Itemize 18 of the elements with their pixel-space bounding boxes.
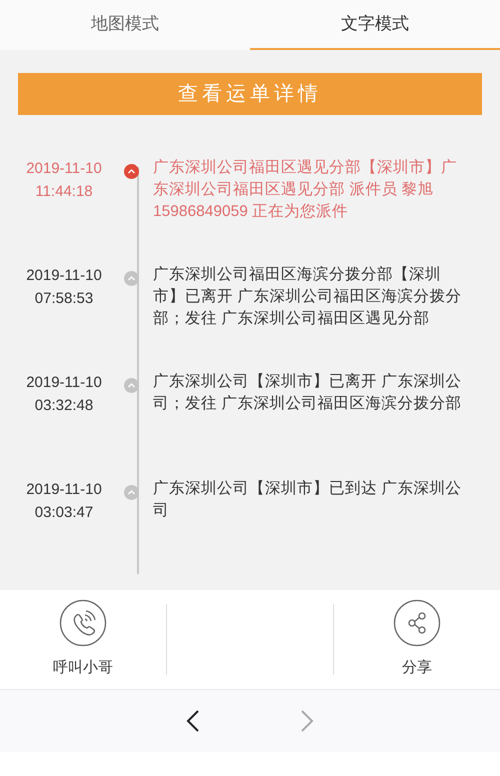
event-time: 07:58:53 bbox=[34, 289, 94, 309]
event-date: 2019-11-10 bbox=[25, 266, 103, 286]
event-date: 2019-11-10 bbox=[25, 373, 103, 393]
share-button[interactable]: 分享 bbox=[393, 599, 441, 680]
event-description: 广东深圳公司【深圳市】已到达 广东深圳公司 bbox=[153, 479, 462, 521]
share-icon bbox=[393, 599, 441, 648]
back-button[interactable] bbox=[186, 709, 200, 733]
event-date: 2019-11-10 bbox=[25, 480, 103, 500]
call-button[interactable]: 呼叫小哥 bbox=[53, 599, 113, 680]
event-description: 广东深圳公司福田区海滨分拨分部【深圳市】已离开 广东深圳公司福田区海滨分拨分部；发往 广东深圳公司福田区遇见分部 bbox=[153, 265, 462, 329]
event-time: 03:32:48 bbox=[34, 396, 94, 416]
event-time: 03:03:47 bbox=[34, 503, 94, 523]
phone-icon bbox=[59, 599, 107, 648]
event-time: 11:44:18 bbox=[34, 182, 94, 202]
event-date: 2019-11-10 bbox=[25, 159, 103, 179]
event-description: 广东深圳公司福田区遇见分部【深圳市】广东深圳公司福田区遇见分部 派件员 黎旭 15986849059 正在为您派件 bbox=[153, 158, 458, 222]
event-description: 广东深圳公司【深圳市】已离开 广东深圳公司；发往 广东深圳公司福田区海滨分拨分部 bbox=[153, 372, 462, 414]
mode-tab[interactable]: 地图模式 bbox=[0, 0, 250, 50]
